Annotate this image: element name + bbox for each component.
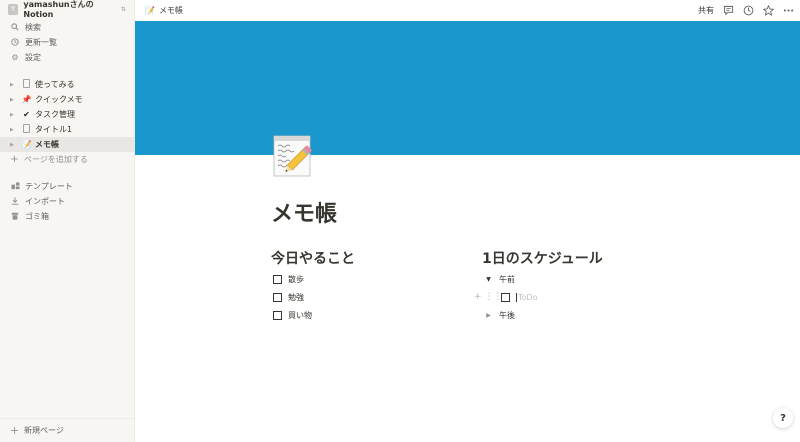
todo-label[interactable]: 買い物 bbox=[288, 310, 312, 321]
share-button[interactable]: 共有 bbox=[698, 5, 714, 16]
new-page-button[interactable]: + 新規ページ bbox=[0, 418, 134, 442]
sidebar-page-task[interactable]: ▶ ✔ タスク管理 bbox=[0, 107, 134, 122]
sidebar-item-label: 検索 bbox=[25, 23, 41, 32]
expand-arrow-icon[interactable]: ▶ bbox=[10, 127, 18, 133]
column-today: 今日やること 散歩 勉強 買い物 bbox=[271, 248, 461, 324]
todo-label[interactable]: 散歩 bbox=[288, 274, 304, 285]
sidebar-item-label: 設定 bbox=[25, 53, 41, 62]
sidebar: Y yamashunさんのNotion ⇅ 検索 更新一覧 ⚙ 設定 ▶ 使って… bbox=[0, 0, 135, 442]
expand-arrow-icon[interactable]: ▶ bbox=[10, 142, 18, 148]
toggle-open-icon[interactable]: ▼ bbox=[484, 276, 493, 283]
clock-icon bbox=[10, 37, 20, 48]
sidebar-page-label: 使ってみる bbox=[35, 80, 75, 89]
todo-label[interactable]: 勉強 bbox=[288, 292, 304, 303]
toggle-closed-icon[interactable]: ▶ bbox=[484, 312, 493, 319]
toggle-morning[interactable]: ▼ 午前 bbox=[482, 270, 682, 288]
expand-arrow-icon[interactable]: ▶ bbox=[10, 97, 18, 103]
todo-checkbox[interactable] bbox=[273, 274, 282, 284]
sidebar-page-quickmemo[interactable]: ▶ 📌 クイックメモ bbox=[0, 92, 134, 107]
notion-app: Y yamashunさんのNotion ⇅ 検索 更新一覧 ⚙ 設定 ▶ 使って… bbox=[0, 0, 800, 442]
trash-icon bbox=[10, 212, 20, 222]
add-block-icon[interactable]: + bbox=[474, 292, 482, 302]
heading-today[interactable]: 今日やること bbox=[271, 248, 461, 270]
sidebar-page-label: メモ帳 bbox=[35, 140, 59, 149]
sidebar-item-import[interactable]: インポート bbox=[0, 194, 134, 209]
checkmark-icon: ✔ bbox=[23, 110, 30, 119]
workspace-avatar: Y bbox=[8, 3, 19, 15]
sidebar-page-label: クイックメモ bbox=[35, 95, 83, 104]
todo-placeholder[interactable]: ToDo bbox=[518, 293, 537, 302]
sidebar-page-label: タイトル1 bbox=[35, 125, 73, 134]
star-icon[interactable] bbox=[763, 5, 774, 16]
toggle-label[interactable]: 午後 bbox=[499, 310, 515, 321]
heading-schedule[interactable]: 1日のスケジュール bbox=[482, 248, 682, 270]
sidebar-item-label: ゴミ箱 bbox=[25, 212, 49, 221]
page-title[interactable]: メモ帳 bbox=[271, 196, 337, 228]
sidebar-item-label: インポート bbox=[25, 197, 65, 206]
topbar: 📝 メモ帳 共有 bbox=[135, 0, 800, 21]
drag-handle-icon[interactable]: ⋮⋮ bbox=[485, 292, 503, 302]
toggle-afternoon[interactable]: ▶ 午後 bbox=[482, 306, 682, 324]
todo-item-empty[interactable]: + ⋮⋮ ToDo bbox=[474, 288, 682, 306]
sidebar-item-search[interactable]: 検索 bbox=[0, 20, 134, 35]
column-schedule: 1日のスケジュール ▼ 午前 + ⋮⋮ ToDo ▶ 午後 bbox=[474, 248, 682, 324]
import-icon bbox=[10, 196, 20, 207]
todo-item[interactable]: 散歩 bbox=[271, 270, 461, 288]
add-page-button[interactable]: + ページを追加する bbox=[0, 152, 134, 167]
sidebar-item-templates[interactable]: テンプレート bbox=[0, 179, 134, 194]
plus-icon: + bbox=[10, 154, 19, 165]
sidebar-item-label: 更新一覧 bbox=[25, 38, 57, 47]
sidebar-item-settings[interactable]: ⚙ 設定 bbox=[0, 50, 134, 65]
sidebar-page-title1[interactable]: ▶ タイトル1 bbox=[0, 122, 134, 137]
history-clock-icon[interactable] bbox=[743, 5, 754, 16]
todo-checkbox[interactable] bbox=[273, 310, 282, 320]
block-handles[interactable]: + ⋮⋮ bbox=[474, 292, 503, 302]
plus-icon: + bbox=[10, 424, 20, 437]
pushpin-icon: 📌 bbox=[21, 95, 32, 104]
expand-arrow-icon[interactable]: ▶ bbox=[10, 82, 18, 88]
workspace-switcher[interactable]: Y yamashunさんのNotion ⇅ bbox=[0, 0, 134, 19]
more-icon[interactable] bbox=[783, 5, 794, 16]
document-icon bbox=[21, 124, 32, 135]
document-icon bbox=[21, 79, 32, 90]
template-icon bbox=[10, 181, 20, 192]
expand-arrow-icon[interactable]: ▶ bbox=[10, 112, 18, 118]
search-icon bbox=[10, 22, 20, 33]
memo-icon: 📝 bbox=[145, 6, 155, 15]
sidebar-page-label: タスク管理 bbox=[35, 110, 75, 119]
comment-icon[interactable] bbox=[723, 5, 734, 16]
breadcrumb[interactable]: メモ帳 bbox=[159, 5, 183, 16]
sidebar-item-trash[interactable]: ゴミ箱 bbox=[0, 209, 134, 224]
sidebar-item-updates[interactable]: 更新一覧 bbox=[0, 35, 134, 50]
gear-icon: ⚙ bbox=[11, 53, 19, 62]
memo-icon: 📝 bbox=[21, 140, 32, 149]
chevron-updown-icon: ⇅ bbox=[120, 5, 126, 13]
todo-item[interactable]: 買い物 bbox=[271, 306, 461, 324]
memo-page-icon[interactable] bbox=[273, 132, 315, 178]
sidebar-page-memo[interactable]: ▶ 📝 メモ帳 bbox=[0, 137, 134, 152]
sidebar-item-label: テンプレート bbox=[25, 182, 73, 191]
todo-item[interactable]: 勉強 bbox=[271, 288, 461, 306]
top-actions: 共有 bbox=[698, 0, 794, 21]
text-caret bbox=[516, 292, 517, 302]
page-cover[interactable] bbox=[135, 21, 800, 155]
sidebar-page-tsukattemiru[interactable]: ▶ 使ってみる bbox=[0, 77, 134, 92]
toggle-label[interactable]: 午前 bbox=[499, 274, 515, 285]
help-button[interactable]: ? bbox=[773, 408, 793, 428]
add-page-label: ページを追加する bbox=[24, 155, 88, 164]
new-page-label: 新規ページ bbox=[24, 426, 64, 435]
workspace-name: yamashunさんのNotion bbox=[23, 0, 94, 19]
todo-checkbox[interactable] bbox=[273, 292, 282, 302]
